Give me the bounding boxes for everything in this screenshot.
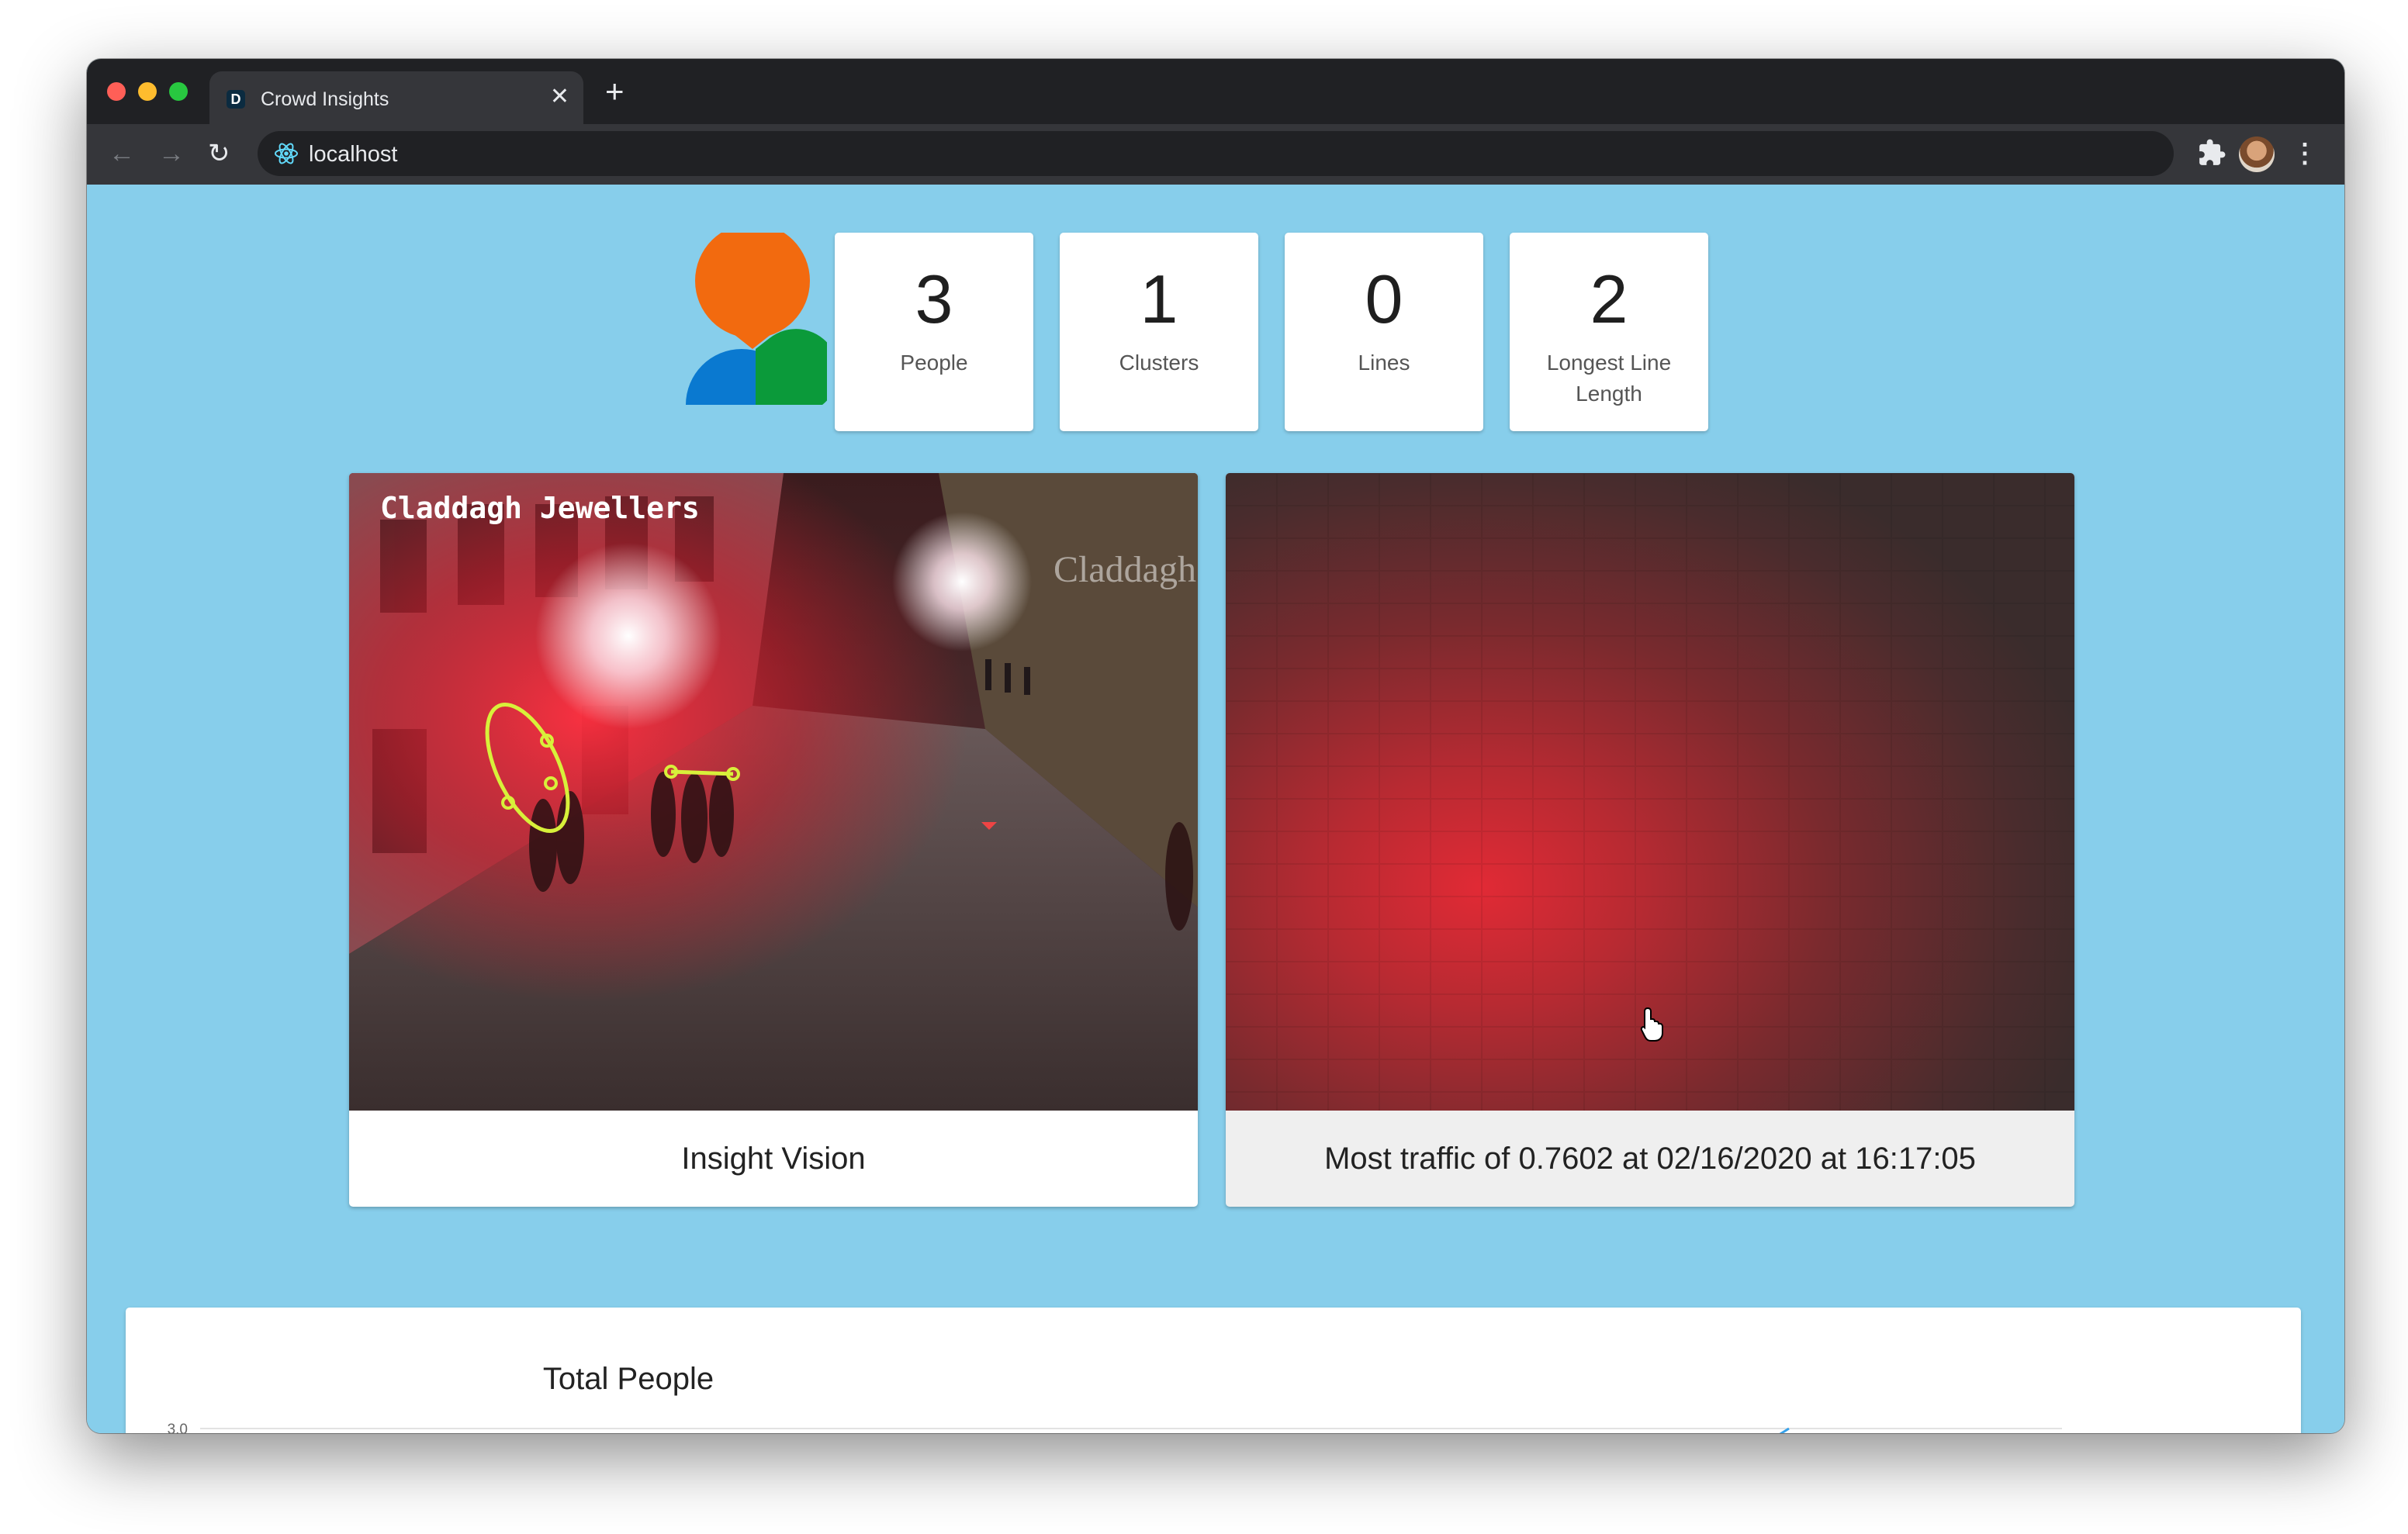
minimize-window-button[interactable] xyxy=(138,82,157,101)
forward-arrow-icon[interactable]: → xyxy=(158,138,185,169)
stat-value: 3 xyxy=(915,261,953,337)
tab-favicon-icon: D xyxy=(227,90,245,109)
traffic-heatmap xyxy=(1226,473,2074,1111)
stat-card-clusters: 1 Clusters xyxy=(1060,233,1258,431)
stat-card-longest-line: 2 Longest Line Length xyxy=(1510,233,1708,431)
stat-value: 1 xyxy=(1140,261,1178,337)
total-people-chart-card: Total People 3.02.92.8 xyxy=(126,1308,2301,1433)
stat-card-people: 3 People xyxy=(835,233,1033,431)
address-bar[interactable]: localhost xyxy=(258,131,2174,176)
back-arrow-icon[interactable]: ← xyxy=(109,138,135,169)
page-content: 3 People 1 Clusters 0 Lines 2 Longest Li… xyxy=(87,185,2344,1433)
total-people-chart: 3.02.92.8 xyxy=(168,1422,2062,1433)
stat-label: People xyxy=(900,351,968,375)
camera-overlay-text: Claddagh Jewellers xyxy=(380,491,700,525)
insight-vision-card: Claddagh Claddagh Jewellers Insight Visi… xyxy=(349,473,1198,1207)
browser-toolbar: ← → ↻ localhost ⋮ xyxy=(87,124,2344,185)
y-tick-label: 3.0 xyxy=(168,1422,188,1433)
heatmap-caption: Most traffic of 0.7602 at 02/16/2020 at … xyxy=(1324,1142,1976,1176)
traffic-heatmap-card: Most traffic of 0.7602 at 02/16/2020 at … xyxy=(1226,473,2074,1207)
close-window-button[interactable] xyxy=(107,82,126,101)
stat-card-lines: 0 Lines xyxy=(1285,233,1483,431)
stat-value: 2 xyxy=(1590,261,1628,337)
browser-window: D Crowd Insights ✕ + ← → ↻ localhost ⋮ 3… xyxy=(87,59,2344,1433)
stat-label: Lines xyxy=(1358,351,1410,375)
reload-icon[interactable]: ↻ xyxy=(208,138,230,169)
react-atom-icon xyxy=(275,143,298,164)
stat-label: Clusters xyxy=(1119,351,1199,375)
tab-title: Crowd Insights xyxy=(261,88,389,110)
more-vertical-icon[interactable]: ⋮ xyxy=(2292,138,2318,169)
address-text: localhost xyxy=(309,142,398,167)
maximize-window-button[interactable] xyxy=(169,82,188,101)
stat-label: Longest Line Length xyxy=(1546,351,1672,406)
svg-text:Claddagh: Claddagh xyxy=(1054,549,1196,590)
plus-icon[interactable]: + xyxy=(605,75,624,108)
close-icon[interactable]: ✕ xyxy=(550,85,569,109)
stat-value: 0 xyxy=(1365,261,1403,337)
tab-strip: D Crowd Insights ✕ + xyxy=(87,59,2344,124)
crowd-insights-logo xyxy=(686,233,827,405)
puzzle-extension-icon[interactable] xyxy=(2197,138,2226,168)
browser-tab[interactable]: D Crowd Insights ✕ xyxy=(209,71,583,124)
camera-feed-image: Claddagh Claddagh Jewellers xyxy=(349,473,1198,1111)
vision-caption: Insight Vision xyxy=(681,1142,866,1176)
profile-avatar[interactable] xyxy=(2239,136,2275,172)
